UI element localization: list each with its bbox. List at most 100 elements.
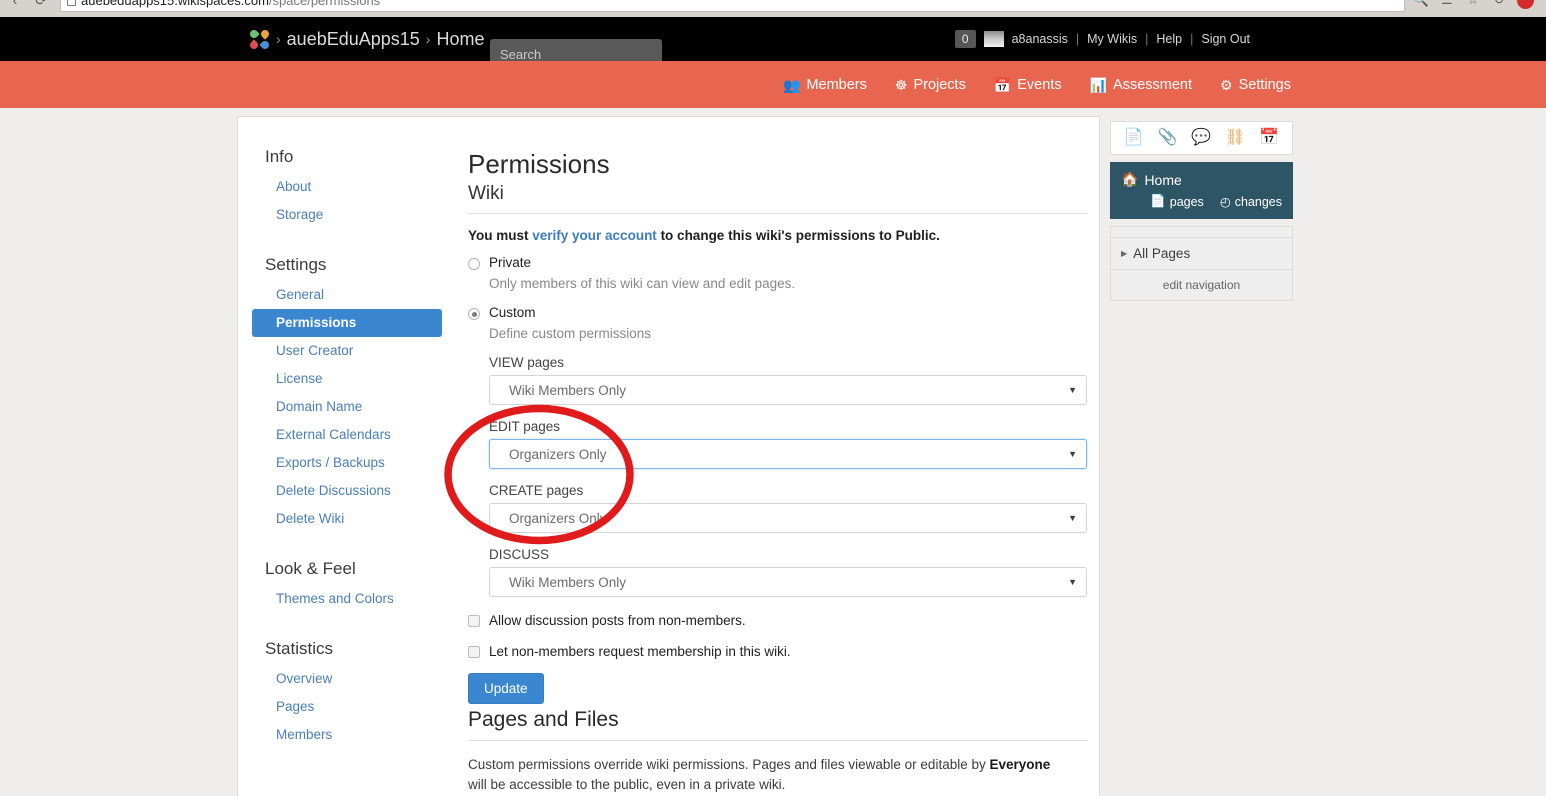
sidebar-item-about[interactable]: About [252, 173, 442, 201]
page-info-icon[interactable] [67, 0, 76, 6]
home-widget-pages-link[interactable]: 📄 pages [1150, 194, 1204, 209]
content-card: Info About Storage Settings General Perm… [237, 116, 1100, 796]
triangle-right-icon: ▶ [1121, 249, 1128, 258]
sidebar-item-members[interactable]: Members [252, 721, 442, 749]
select-create-pages-value: Organizers Only [509, 510, 607, 526]
help-link[interactable]: Help [1156, 32, 1182, 46]
nav-item-assessment[interactable]: 📊 Assessment [1090, 77, 1192, 93]
chevron-down-icon: ▼ [1068, 385, 1077, 395]
assessment-chart-icon: 📊 [1089, 76, 1108, 93]
quick-actions-strip: 📄 📎 💬 ⛓ 📅 [1110, 121, 1293, 155]
sidebar-item-themes-and-colors[interactable]: Themes and Colors [252, 585, 442, 613]
select-view-pages[interactable]: Wiki Members Only ▼ [489, 375, 1087, 405]
navigation-box: ▶ All Pages edit navigation [1110, 226, 1293, 301]
home-widget: 🏠 Home 📄 pages ◴ changes [1110, 162, 1293, 219]
label-create-pages: CREATE pages [489, 483, 584, 498]
pf-text-2: will be accessible to the public, even i… [468, 777, 786, 792]
wiki-section-heading: Wiki [468, 181, 1088, 214]
verify-account-notice: You must verify your account to change t… [468, 228, 1088, 243]
sidebar-item-delete-wiki[interactable]: Delete Wiki [252, 505, 442, 533]
checkbox-row-request-membership[interactable]: Let non-members request membership in th… [468, 644, 1088, 659]
page-title: Permissions [468, 149, 610, 179]
new-page-icon[interactable]: 📄 [1124, 130, 1144, 146]
radio-option-private[interactable]: Private [468, 255, 1088, 270]
select-view-pages-value: Wiki Members Only [509, 382, 627, 398]
address-bar[interactable]: auebeduapps15.wikispaces.com/space/permi… [60, 0, 1405, 12]
settings-sidebar: Info About Storage Settings General Perm… [252, 147, 442, 749]
radio-custom-description: Define custom permissions [489, 326, 652, 341]
breadcrumb-separator-2: › [425, 31, 431, 47]
sidebar-item-storage[interactable]: Storage [252, 201, 442, 229]
notification-badge[interactable]: 0 [954, 30, 976, 48]
sign-out-link[interactable]: Sign Out [1201, 32, 1250, 46]
checkbox-allow-discussion-label: Allow discussion posts from non-members. [489, 613, 746, 628]
update-button[interactable]: Update [468, 673, 544, 704]
browser-toolbar-icons: 🔍 ☰ ☆ ↻ [1405, 0, 1542, 9]
changes-label: changes [1234, 194, 1282, 209]
radio-custom-label: Custom [489, 305, 536, 320]
sidebar-item-pages[interactable]: Pages [252, 693, 442, 721]
all-pages-row[interactable]: ▶ All Pages [1111, 238, 1292, 270]
extension-icon[interactable] [1517, 0, 1534, 9]
home-widget-links: 📄 pages ◴ changes [1121, 194, 1282, 209]
sidebar-item-external-calendars[interactable]: External Calendars [252, 421, 442, 449]
sync-icon[interactable]: ↻ [1491, 0, 1507, 8]
sidebar-item-overview[interactable]: Overview [252, 665, 442, 693]
nav-label: Members [806, 76, 867, 93]
breadcrumb-home-link[interactable]: Home [436, 29, 484, 50]
breadcrumb-wiki-link[interactable]: auebEduApps15 [287, 29, 420, 50]
sidebar-item-general[interactable]: General [252, 281, 442, 309]
sitemap-icon[interactable]: ⛓ [1225, 130, 1245, 146]
chevron-down-icon: ▼ [1068, 513, 1077, 523]
select-create-pages[interactable]: Organizers Only ▼ [489, 503, 1087, 533]
nav-label: Events [1017, 76, 1062, 93]
permissions-panel: Permissions Wiki You must verify your ac… [468, 147, 1088, 796]
wikispaces-pinwheel-logo[interactable] [248, 27, 271, 51]
radio-option-custom[interactable]: Custom [468, 305, 1088, 320]
breadcrumb: › auebEduApps15 › Home [248, 17, 484, 61]
select-edit-pages-value: Organizers Only [509, 446, 607, 462]
discussion-bubble-icon[interactable]: 💬 [1191, 130, 1211, 146]
verify-your-account-link[interactable]: verify your account [532, 228, 657, 243]
sidebar-item-user-creator[interactable]: User Creator [252, 337, 442, 365]
back-arrow-icon[interactable]: ‹ [4, 0, 26, 11]
radio-custom-icon[interactable] [468, 308, 480, 320]
primary-nav: 👥 Members ☸ Projects 📅 Events 📊 Assessme… [783, 61, 1291, 108]
site-topbar: › auebEduApps15 › Home 0 a8anassis | My … [0, 17, 1546, 70]
events-calendar-icon: 📅 [993, 76, 1012, 93]
checkbox-row-allow-discussion[interactable]: Allow discussion posts from non-members. [468, 613, 1088, 628]
sidebar-item-permissions[interactable]: Permissions [252, 309, 442, 337]
screenshot-root: ‹ ⟳ auebeduapps15.wikispaces.com/space/p… [0, 0, 1546, 796]
nav-item-settings[interactable]: ⚙ Settings [1220, 77, 1291, 93]
attachment-paperclip-icon[interactable]: 📎 [1158, 130, 1178, 146]
settings-gear-icon: ⚙ [1220, 76, 1233, 93]
home-widget-label: Home [1144, 171, 1182, 188]
sidebar-item-exports-backups[interactable]: Exports / Backups [252, 449, 442, 477]
radio-private-icon[interactable] [468, 258, 480, 270]
calendar-icon[interactable]: 📅 [1259, 130, 1279, 146]
magnifier-icon[interactable]: 🔍 [1413, 0, 1429, 8]
nav-item-projects[interactable]: ☸ Projects [895, 77, 966, 93]
sidebar-item-delete-discussions[interactable]: Delete Discussions [252, 477, 442, 505]
checkbox-allow-discussion-icon[interactable] [468, 614, 480, 627]
sidebar-item-domain-name[interactable]: Domain Name [252, 393, 442, 421]
sidebar-item-license[interactable]: License [252, 365, 442, 393]
star-icon[interactable]: ☆ [1465, 0, 1481, 8]
field-create-pages: CREATE pages Organizers Only ▼ [489, 483, 1088, 533]
edit-navigation-link[interactable]: edit navigation [1111, 270, 1292, 300]
checkbox-request-membership-icon[interactable] [468, 645, 480, 658]
reader-mode-icon[interactable]: ☰ [1439, 0, 1455, 8]
select-discuss[interactable]: Wiki Members Only ▼ [489, 567, 1087, 597]
nav-item-events[interactable]: 📅 Events [994, 77, 1062, 93]
select-edit-pages[interactable]: Organizers Only ▼ [489, 439, 1087, 469]
members-group-icon: 👥 [783, 76, 801, 93]
my-wikis-link[interactable]: My Wikis [1087, 32, 1137, 46]
home-widget-changes-link[interactable]: ◴ changes [1220, 194, 1282, 210]
username-link[interactable]: a8anassis [1012, 32, 1068, 46]
reload-icon[interactable]: ⟳ [30, 0, 52, 11]
right-column: 📄 📎 💬 ⛓ 📅 🏠 Home 📄 pages ◴ changes ▶ All… [1110, 121, 1293, 301]
nav-item-members[interactable]: 👥 Members [783, 77, 867, 93]
chevron-down-icon: ▼ [1068, 449, 1077, 459]
field-view-pages: VIEW pages Wiki Members Only ▼ [489, 355, 1088, 405]
avatar[interactable] [983, 31, 1004, 47]
